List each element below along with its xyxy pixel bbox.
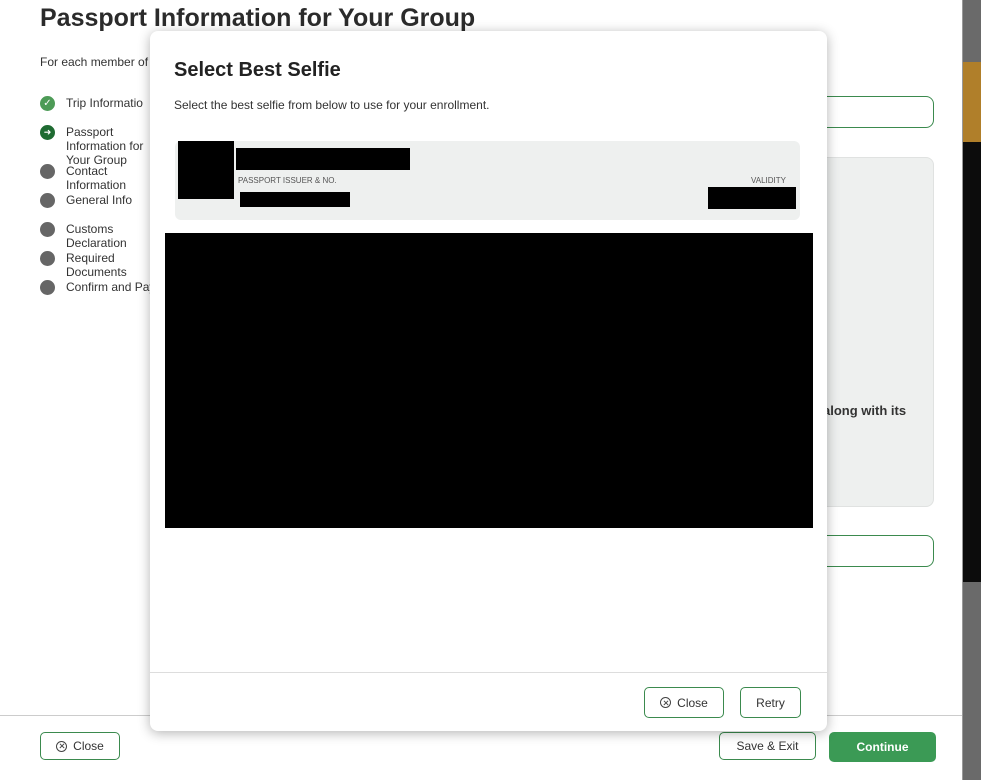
select-selfie-modal: Select Best Selfie Select the best selfi…	[150, 31, 827, 731]
passport-name-redacted	[236, 148, 410, 170]
close-circle-icon	[660, 697, 672, 708]
modal-title: Select Best Selfie	[174, 59, 341, 81]
retry-button[interactable]: Retry	[740, 687, 801, 718]
modal-subtitle: Select the best selfie from below to use…	[174, 98, 490, 112]
window-edge-dark	[962, 142, 981, 582]
modal-footer-divider	[150, 672, 827, 673]
validity-redacted	[708, 187, 796, 209]
modal-close-button[interactable]: Close	[644, 687, 724, 718]
selfie-image-redacted[interactable]	[165, 233, 813, 528]
passport-card: PASSPORT ISSUER & NO. VALIDITY	[175, 141, 800, 220]
passport-issuer-label: PASSPORT ISSUER & NO.	[238, 176, 337, 185]
window-edge-accent	[962, 62, 981, 142]
passport-number-redacted	[240, 192, 350, 207]
validity-label: VALIDITY	[751, 176, 786, 185]
close-label: Close	[677, 695, 708, 710]
passport-photo-redacted	[178, 141, 234, 199]
